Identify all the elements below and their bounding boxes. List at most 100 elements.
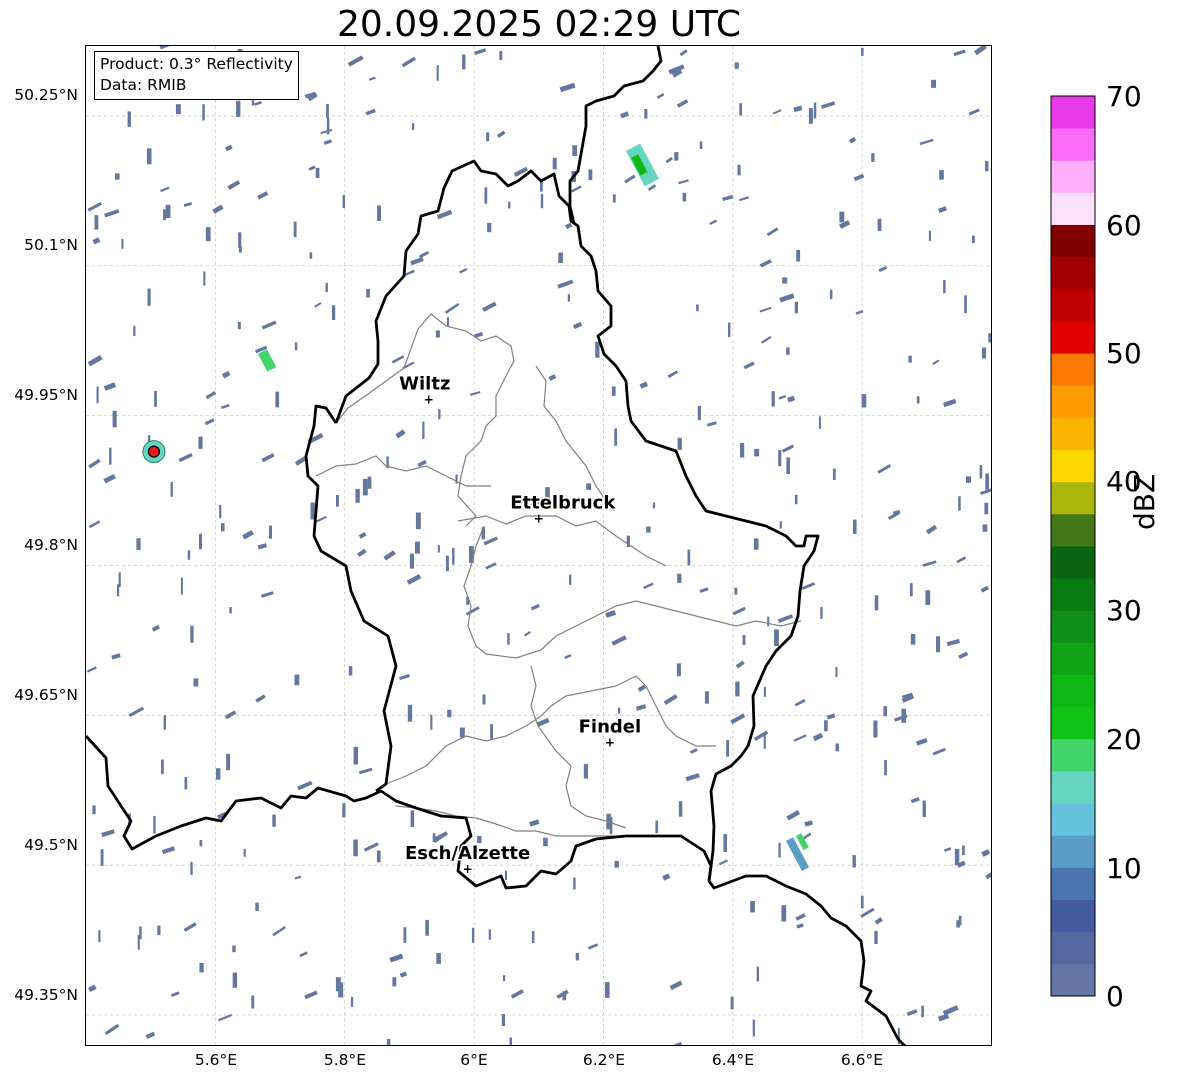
echo-cell <box>377 205 381 221</box>
echo-cell <box>637 684 647 692</box>
echo-cell <box>294 674 300 686</box>
echo-cell <box>219 504 222 519</box>
echo-cell <box>100 849 104 866</box>
echo-cell <box>508 201 511 209</box>
colorbar-segment <box>1051 192 1095 225</box>
echo-cell <box>761 335 772 344</box>
echo-cell <box>183 922 197 932</box>
colorbar-segment <box>1051 449 1095 483</box>
echo-cell <box>564 654 572 660</box>
echo-cell <box>663 694 678 705</box>
echo-cell <box>728 322 731 338</box>
echo-cell <box>487 222 492 233</box>
echo-cell <box>964 295 967 314</box>
echo-cell <box>956 920 960 928</box>
echo-cell <box>255 694 266 703</box>
colorbar-segment <box>1051 803 1095 836</box>
echo-cell <box>101 829 115 838</box>
lat-tick-label: 49.5°N <box>24 836 78 854</box>
echo-cell <box>697 405 701 421</box>
echo-cell <box>678 801 683 817</box>
echo-cell <box>832 468 836 480</box>
colorbar-tick-label: 60 <box>1106 209 1142 242</box>
colorbar-segment <box>1051 385 1095 418</box>
echo-cell <box>808 108 813 124</box>
colorbar-segment <box>1051 546 1095 579</box>
echo-cell <box>662 873 671 881</box>
echo-cell <box>496 130 506 139</box>
echo-cell <box>297 780 313 791</box>
colorbar-segment <box>1051 642 1095 675</box>
echo-cell <box>484 187 488 204</box>
echo-cell <box>569 574 572 585</box>
echo-cell <box>735 681 740 697</box>
colorbar <box>1050 95 1096 997</box>
echo-cell <box>159 46 173 50</box>
echo-cell <box>365 108 376 116</box>
colorbar-segment <box>1051 160 1095 193</box>
colorbar-segment <box>1051 96 1095 129</box>
echo-cell <box>299 951 308 958</box>
echo-cell <box>486 132 490 142</box>
echo-cell <box>357 548 367 557</box>
national-borders <box>86 46 906 1045</box>
echo-cell <box>916 396 920 404</box>
echo-cell <box>367 476 372 489</box>
echo-cell <box>884 760 887 776</box>
echo-cell <box>565 222 573 230</box>
lat-tick-label: 49.8°N <box>24 536 78 554</box>
echo-cell <box>787 395 796 403</box>
echo-cell <box>406 574 422 585</box>
echo-cell <box>793 734 807 742</box>
radar-site-dot[interactable] <box>147 445 161 458</box>
echo-cell <box>968 108 980 116</box>
echo-cell <box>366 288 370 298</box>
echo-cell <box>742 634 746 646</box>
echo-cell <box>462 54 466 70</box>
echo-cell <box>699 141 703 149</box>
echo-cell <box>644 109 648 119</box>
echo-cell <box>932 747 946 756</box>
echo-cell <box>383 550 396 561</box>
echo-cell <box>87 354 103 367</box>
echo-cell <box>771 391 775 407</box>
echo-cell <box>786 347 790 355</box>
echo-cell <box>877 218 882 232</box>
echo-cell <box>436 952 441 964</box>
echo-cell <box>778 394 787 400</box>
echo-cell <box>871 153 875 162</box>
lon-tick-label: 6.6°E <box>840 1051 884 1069</box>
echo-cell <box>723 834 727 852</box>
echo-cell <box>469 546 474 563</box>
echo-cell <box>190 625 194 643</box>
echo-cell <box>586 483 592 490</box>
echo-cell <box>165 204 171 219</box>
echo-cell <box>552 157 557 170</box>
map-canvas[interactable]: +Wiltz+Ettelbruck+Findel+Esch/Alzette <box>86 46 992 1046</box>
radar-site-marker[interactable] <box>142 440 166 464</box>
echo-cell <box>677 437 682 450</box>
echo-cell <box>104 209 120 218</box>
echo-cell <box>921 1005 924 1018</box>
reflectivity-echoes <box>86 46 991 1045</box>
radar-map[interactable]: + Wiltz + Ettelbruck + Findel + Esch/Alzette <box>85 45 992 1046</box>
echo-cell <box>985 869 991 880</box>
echo-cell <box>915 737 928 746</box>
colorbar-segment <box>1051 288 1095 322</box>
echo-cell <box>160 186 170 193</box>
echo-cell <box>226 753 231 771</box>
echo-cell <box>204 418 215 426</box>
echo-cell <box>931 79 936 88</box>
echo-cell <box>777 614 794 623</box>
echo-cell <box>979 465 983 479</box>
echo-cell <box>763 686 766 697</box>
echo-cell <box>652 502 656 509</box>
echo-cell <box>730 996 734 1010</box>
echo-cell <box>161 759 164 775</box>
echo-cell <box>835 743 839 752</box>
echo-cell <box>750 901 755 913</box>
echo-cell <box>163 715 166 730</box>
echo-cell <box>92 805 96 815</box>
echo-cell <box>529 819 540 827</box>
echo-cell <box>737 164 741 176</box>
